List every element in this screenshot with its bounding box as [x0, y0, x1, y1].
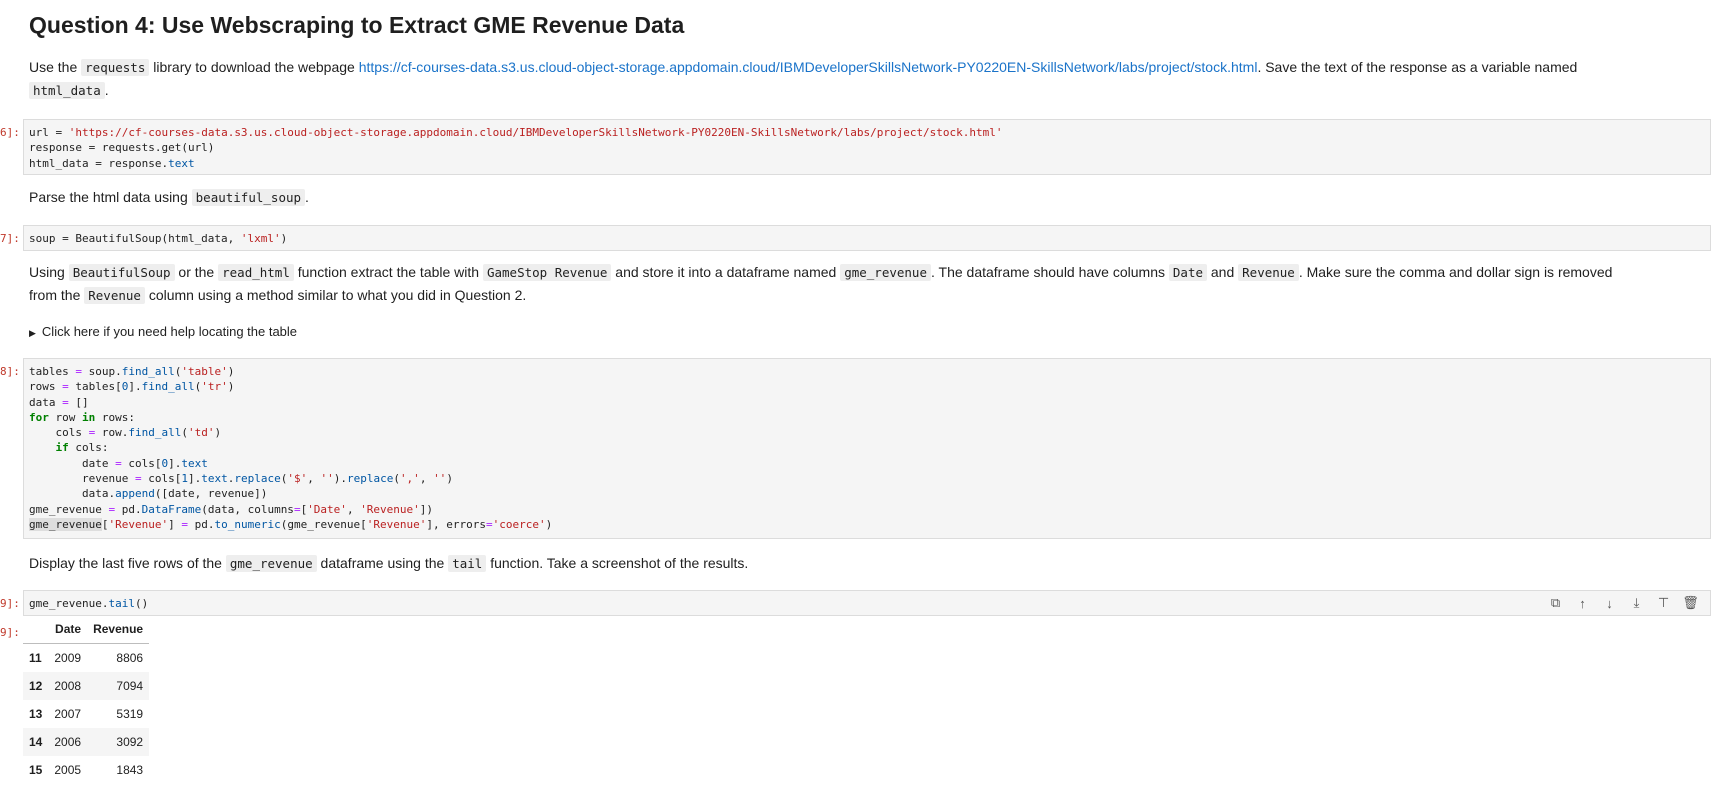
date-cell: 2009: [54, 651, 82, 665]
markdown-parse-instruction: Parse the html data using beautiful_soup…: [29, 189, 309, 206]
cell-prompt: 7]:: [0, 232, 20, 245]
date-cell: 2008: [54, 679, 82, 693]
row-index: 11: [29, 651, 42, 665]
table-row: 12 2008 7094: [23, 672, 150, 700]
row-index: 15: [29, 763, 43, 777]
cell-prompt: 8]:: [0, 365, 20, 378]
table-header-row: Date Revenue: [23, 615, 150, 644]
date-cell: 2005: [54, 763, 82, 777]
output-prompt: 9]:: [0, 626, 20, 639]
stock-page-link[interactable]: https://cf-courses-data.s3.us.cloud-obje…: [359, 59, 1258, 75]
revenue-cell: 5319: [116, 707, 144, 721]
delete-icon[interactable]: 🗑: [1681, 594, 1700, 612]
move-up-icon[interactable]: ↑: [1573, 594, 1592, 612]
code-editor[interactable]: soup = BeautifulSoup(html_data, 'lxml'): [24, 226, 1710, 251]
code-editor[interactable]: url = 'https://cf-courses-data.s3.us.clo…: [24, 120, 1710, 176]
inline-code-html-data: html_data: [29, 82, 105, 99]
inline-code-beautiful-soup: beautiful_soup: [191, 189, 306, 206]
inline-code: Revenue: [1238, 264, 1299, 281]
text: .: [104, 82, 109, 98]
column-header: Date: [48, 615, 88, 644]
markdown-instructions-download: Use the requests library to download the…: [29, 56, 1669, 102]
insert-above-icon[interactable]: ⤓: [1627, 594, 1646, 612]
inline-code-requests: requests: [81, 59, 150, 76]
inline-code: Date: [1168, 264, 1207, 281]
inline-code: gme_revenue: [225, 555, 317, 572]
triangle-right-icon: ▶: [29, 328, 36, 338]
inline-code: read_html: [218, 264, 294, 281]
code-editor[interactable]: gme_revenue.tail(): [24, 591, 1710, 616]
index-header: [23, 615, 49, 644]
revenue-cell: 8806: [116, 651, 144, 665]
code-editor[interactable]: tables = soup.find_all('table') rows = t…: [24, 359, 1710, 537]
table-row: 14 2006 3092: [23, 728, 150, 756]
code-cell-tail[interactable]: gme_revenue.tail() ⧉ ↑ ↓ ⤓ ⊤ 🗑: [23, 590, 1711, 616]
duplicate-icon[interactable]: ⧉: [1546, 594, 1565, 612]
row-index: 14: [29, 735, 43, 749]
text: . Save the text of the response as a var…: [1257, 59, 1578, 75]
table-row: 11 2009 8806: [23, 644, 149, 673]
revenue-cell: 7094: [116, 679, 144, 693]
cell-toolbar: ⧉ ↑ ↓ ⤓ ⊤ 🗑: [1546, 594, 1700, 612]
cell-prompt: 6]:: [0, 126, 20, 139]
section-heading: Question 4: Use Webscraping to Extract G…: [29, 12, 685, 38]
insert-below-icon[interactable]: ⊤: [1654, 594, 1673, 612]
details-toggle[interactable]: ▶ Click here if you need help locating th…: [29, 324, 297, 339]
move-down-icon[interactable]: ↓: [1600, 594, 1619, 612]
table-row: 15 2005 1843: [23, 756, 149, 784]
markdown-tail-instruction: Display the last five rows of the gme_re…: [29, 555, 749, 572]
revenue-cell: 1843: [116, 763, 144, 777]
table-row: 13 2007 5319: [23, 700, 149, 728]
date-cell: 2006: [54, 735, 82, 749]
column-header: Revenue: [87, 615, 150, 644]
text: library to download the webpage: [149, 59, 359, 75]
row-index: 13: [29, 707, 43, 721]
row-index: 12: [29, 679, 43, 693]
details-summary-text: Click here if you need help locating the…: [41, 324, 298, 339]
text: Use the: [29, 59, 82, 75]
inline-code: GameStop Revenue: [482, 264, 612, 281]
code-cell-download[interactable]: url = 'https://cf-courses-data.s3.us.clo…: [23, 119, 1711, 175]
cell-prompt: 9]:: [0, 597, 20, 610]
revenue-cell: 3092: [116, 735, 144, 749]
code-cell-extract-table[interactable]: tables = soup.find_all('table') rows = t…: [23, 358, 1711, 539]
code-cell-parse[interactable]: soup = BeautifulSoup(html_data, 'lxml'): [23, 225, 1711, 251]
inline-code: Revenue: [84, 287, 145, 304]
date-cell: 2007: [54, 707, 82, 721]
markdown-extract-instruction: Using BeautifulSoup or the read_html fun…: [29, 264, 1613, 304]
dataframe-output: Date Revenue 11 2009 8806 12 2008 7094 1…: [23, 615, 150, 784]
inline-code: gme_revenue: [840, 264, 931, 281]
inline-code: BeautifulSoup: [68, 264, 175, 281]
inline-code: tail: [448, 555, 487, 572]
